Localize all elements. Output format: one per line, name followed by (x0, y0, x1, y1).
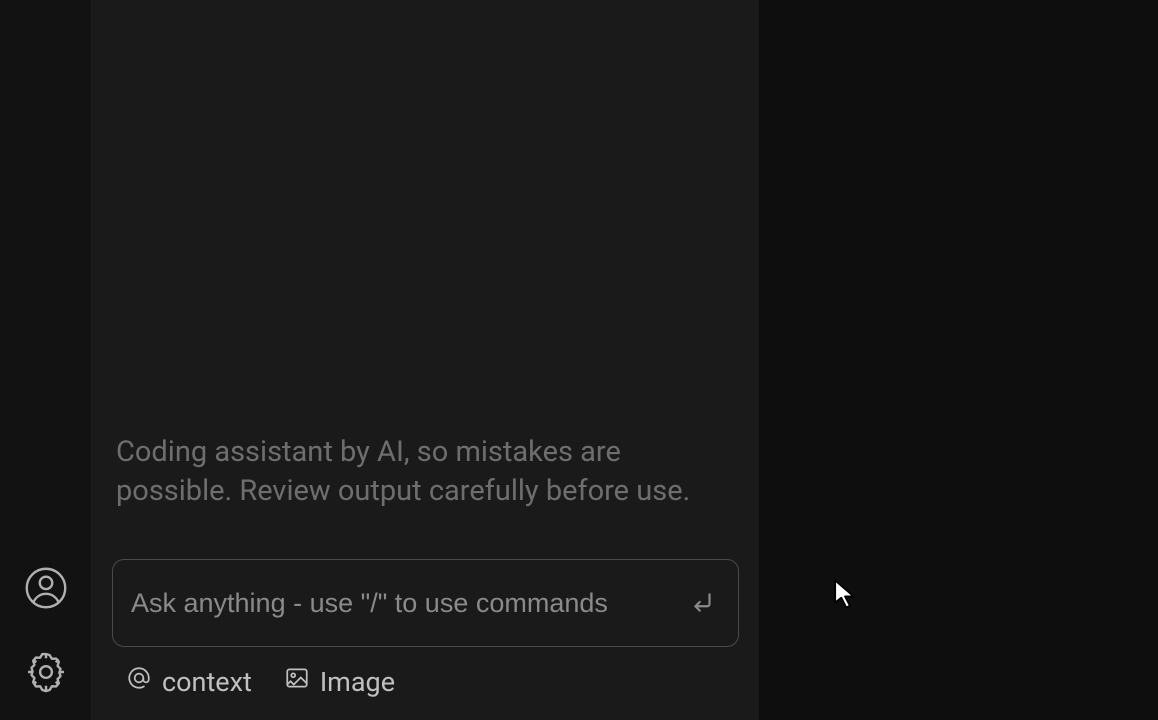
chat-input-container[interactable] (112, 559, 739, 647)
settings-button[interactable] (24, 652, 68, 696)
gear-icon (24, 650, 68, 698)
chat-input[interactable] (131, 560, 690, 646)
context-button[interactable]: context (126, 665, 252, 698)
image-label: Image (320, 666, 395, 698)
at-icon (126, 665, 152, 698)
image-icon (284, 665, 310, 698)
user-icon (24, 566, 68, 614)
chat-panel: Coding assistant by AI, so mistakes are … (92, 0, 760, 720)
account-button[interactable] (24, 568, 68, 612)
disclaimer-text: Coding assistant by AI, so mistakes are … (112, 433, 739, 511)
right-panel (760, 0, 1158, 720)
context-label: context (162, 666, 252, 698)
input-actions: context Image (112, 665, 739, 698)
app-root: Coding assistant by AI, so mistakes are … (0, 0, 1158, 720)
image-button[interactable]: Image (284, 665, 395, 698)
enter-icon (690, 590, 716, 616)
sidebar (0, 0, 92, 720)
